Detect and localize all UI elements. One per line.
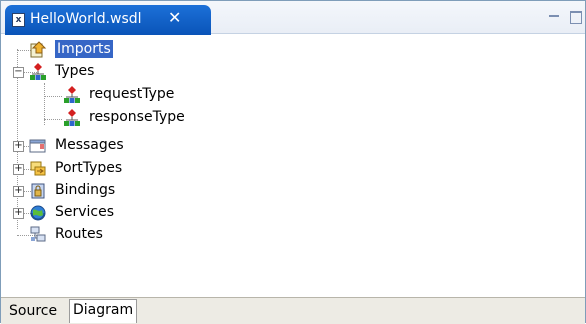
tree-label-services: Services <box>55 204 115 220</box>
tree-label-types: Types <box>55 63 95 79</box>
routes-icon <box>30 226 46 242</box>
tab-source[interactable]: Source <box>7 301 59 321</box>
wsdl-tree: Imports − Types requestType responseType… <box>13 39 553 289</box>
tree-item-responsetype[interactable]: responseType <box>63 107 223 129</box>
tab-title: HelloWorld.wsdl <box>30 11 142 27</box>
minimize-icon[interactable] <box>549 15 559 27</box>
tree-item-bindings[interactable]: Bindings <box>29 180 169 202</box>
type-icon <box>64 86 80 103</box>
tree-label-routes: Routes <box>55 226 103 242</box>
bindings-expander[interactable]: + <box>13 186 24 197</box>
editor-tab-bar: x HelloWorld.wsdl ✕ <box>1 1 585 35</box>
tree-item-imports[interactable]: Imports <box>29 39 149 61</box>
tree-item-services[interactable]: Services <box>29 202 169 224</box>
tree-item-routes[interactable]: Routes <box>29 224 169 246</box>
tree-line-response <box>44 119 62 120</box>
close-icon[interactable]: ✕ <box>168 9 181 27</box>
tab-helloworld-wsdl[interactable]: x HelloWorld.wsdl ✕ <box>5 5 211 35</box>
porttype-icon <box>30 161 46 176</box>
types-expander[interactable]: − <box>13 67 24 78</box>
maximize-icon[interactable] <box>570 11 582 24</box>
tree-item-messages[interactable]: Messages <box>29 135 169 157</box>
wsdl-file-icon: x <box>12 13 25 27</box>
tree-item-requesttype[interactable]: requestType <box>63 84 223 106</box>
service-icon <box>30 205 46 221</box>
tree-line-request <box>44 96 62 97</box>
editor-frame: x HelloWorld.wsdl ✕ Imports − Types requ… <box>0 0 586 324</box>
editor-bottom-tabs: Source Diagram <box>1 297 585 324</box>
binding-icon <box>31 183 45 199</box>
tree-label-bindings: Bindings <box>55 182 116 198</box>
messages-expander[interactable]: + <box>13 141 24 152</box>
type-icon <box>64 109 80 126</box>
tab-diagram[interactable]: Diagram <box>69 299 138 323</box>
tree-item-porttypes[interactable]: PortTypes <box>29 158 169 180</box>
services-expander[interactable]: + <box>13 208 24 219</box>
tree-label-imports: Imports <box>55 40 113 58</box>
tree-item-types[interactable]: Types <box>29 61 149 83</box>
tree-label-requesttype: requestType <box>89 86 175 102</box>
message-icon <box>29 139 46 153</box>
tree-label-porttypes: PortTypes <box>55 160 123 176</box>
import-icon <box>30 41 47 58</box>
tree-label-messages: Messages <box>55 137 124 153</box>
tree-label-responsetype: responseType <box>89 109 185 125</box>
porttypes-expander[interactable]: + <box>13 164 24 175</box>
types-icon <box>30 63 46 80</box>
